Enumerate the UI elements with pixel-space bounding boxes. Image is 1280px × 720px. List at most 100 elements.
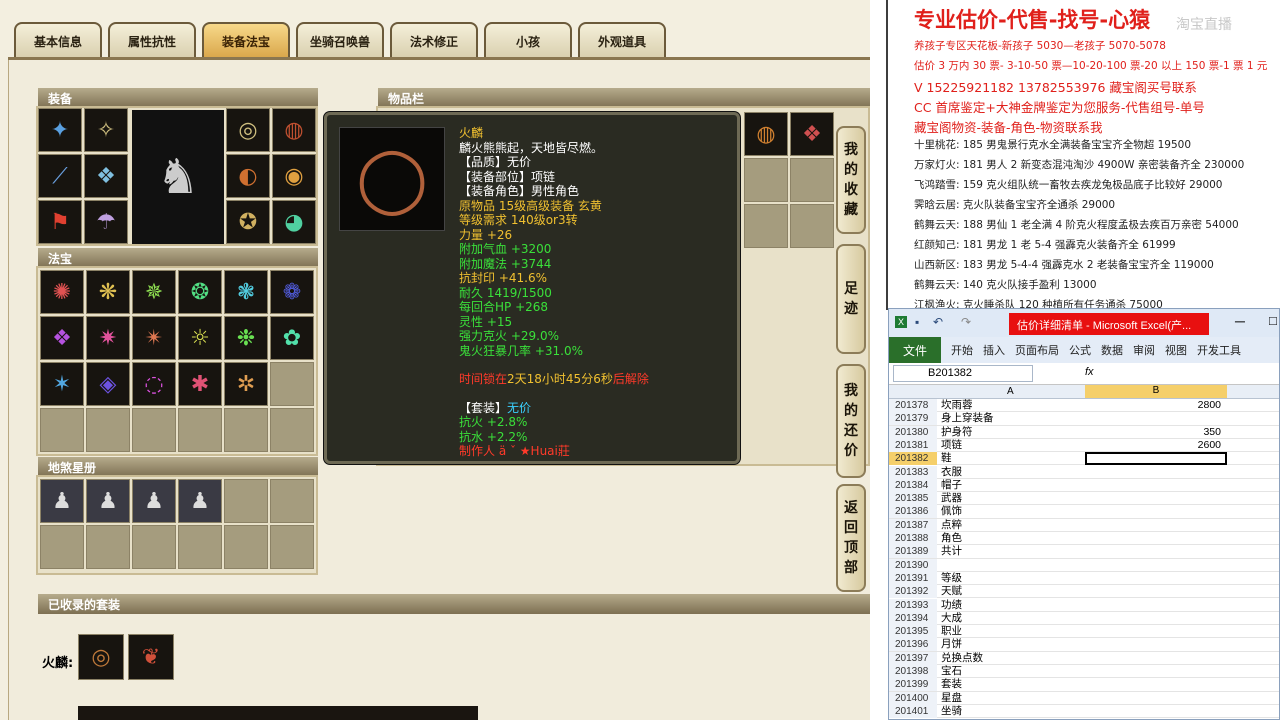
fabao-slot[interactable]: ✶ [40, 362, 84, 406]
fabao-slot[interactable]: ✱ [178, 362, 222, 406]
ribbon-tab[interactable]: 公式 [1069, 342, 1091, 358]
equip-slot[interactable]: ⚑ [38, 200, 82, 244]
col-a-header[interactable]: A [1007, 386, 1014, 397]
dishaxing-slot[interactable] [86, 525, 130, 569]
fabao-slot[interactable]: ❁ [270, 270, 314, 314]
fabao-slot[interactable]: ◈ [86, 362, 130, 406]
cell-b[interactable]: 350 [1085, 426, 1227, 439]
fabao-slot[interactable]: ✵ [132, 270, 176, 314]
row-number[interactable]: 201395 [889, 625, 937, 639]
cell-a[interactable]: 点粹 [941, 519, 1081, 532]
tab-6[interactable]: 外观道具 [578, 22, 666, 58]
dishaxing-slot[interactable] [224, 525, 268, 569]
row-number[interactable]: 201387 [889, 518, 937, 532]
ribbon-tab[interactable]: 页面布局 [1015, 342, 1059, 358]
cell-a[interactable]: 月饼 [941, 638, 1081, 651]
fabao-slot[interactable]: ✲ [224, 362, 268, 406]
fabao-slot[interactable] [178, 408, 222, 452]
cell-a[interactable]: 共计 [941, 545, 1081, 558]
cell-a[interactable]: 鞋 [941, 452, 1081, 465]
cell-a[interactable]: 大成 [941, 612, 1081, 625]
equip-slot[interactable]: ❖ [84, 154, 128, 198]
row-number[interactable]: 201378 [889, 399, 937, 412]
cell-a[interactable]: 佩饰 [941, 505, 1081, 518]
cell-a[interactable]: 身上穿装备 [941, 412, 1081, 425]
suit-item[interactable]: ❦ [128, 634, 174, 680]
tab-0[interactable]: 基本信息 [14, 22, 102, 58]
dishaxing-slot[interactable] [270, 479, 314, 523]
row-number[interactable]: 201392 [889, 585, 937, 599]
equip-slot[interactable]: ⟋ [38, 154, 82, 198]
cell-a[interactable]: 功绩 [941, 599, 1081, 612]
minimize-icon[interactable]: ─ [1235, 313, 1245, 329]
suit-item[interactable]: ◎ [78, 634, 124, 680]
cell-a[interactable]: 职业 [941, 625, 1081, 638]
row-number[interactable]: 201386 [889, 505, 937, 519]
equip-slot[interactable]: ✪ [226, 200, 270, 244]
cell-a[interactable]: 护身符 [941, 426, 1081, 439]
dishaxing-slot[interactable]: ♟ [40, 479, 84, 523]
redo-icon[interactable]: ↷ [961, 315, 971, 329]
ribbon-tab[interactable]: 文件 [889, 337, 941, 363]
dishaxing-slot[interactable] [178, 525, 222, 569]
tab-3[interactable]: 坐骑召唤兽 [296, 22, 384, 58]
dishaxing-slot[interactable]: ♟ [132, 479, 176, 523]
cell-a[interactable]: 帽子 [941, 479, 1081, 492]
row-number[interactable]: 201400 [889, 691, 937, 705]
ribbon-tab[interactable]: 视图 [1165, 342, 1187, 358]
fabao-slot[interactable] [270, 362, 314, 406]
row-number[interactable]: 201394 [889, 611, 937, 625]
inventory-slot[interactable]: ❖ [790, 112, 834, 156]
inventory-slot[interactable] [790, 158, 834, 202]
cell-a[interactable]: 等级 [941, 572, 1081, 585]
fabao-slot[interactable]: ❋ [86, 270, 130, 314]
cell-a[interactable]: 坐骑 [941, 705, 1081, 718]
dishaxing-slot[interactable] [40, 525, 84, 569]
cell-a[interactable]: 星盘 [941, 692, 1081, 705]
dishaxing-slot[interactable]: ♟ [86, 479, 130, 523]
row-number[interactable]: 201380 [889, 425, 937, 439]
cell-b[interactable] [1085, 452, 1227, 466]
fabao-slot[interactable]: ❖ [40, 316, 84, 360]
tab-2[interactable]: 装备法宝 [202, 22, 290, 58]
fabao-slot[interactable] [224, 408, 268, 452]
dishaxing-slot[interactable] [270, 525, 314, 569]
equip-slot[interactable]: ✧ [84, 108, 128, 152]
inventory-slot[interactable] [790, 204, 834, 248]
row-number[interactable]: 201384 [889, 478, 937, 492]
name-box[interactable]: B201382 [893, 365, 1033, 382]
row-number[interactable]: 201391 [889, 571, 937, 585]
fabao-slot[interactable] [40, 408, 84, 452]
inventory-slot[interactable] [744, 204, 788, 248]
row-number[interactable]: 201401 [889, 704, 937, 718]
equip-slot[interactable]: ◕ [272, 200, 316, 244]
favorites-button[interactable]: 我的收藏 [836, 126, 866, 234]
fabao-slot[interactable]: ❃ [224, 270, 268, 314]
cell-a[interactable]: 天赋 [941, 585, 1081, 598]
fabao-slot[interactable]: ✺ [40, 270, 84, 314]
cell-b[interactable]: 2600 [1085, 439, 1227, 452]
row-number[interactable]: 201397 [889, 651, 937, 665]
row-number[interactable]: 201396 [889, 638, 937, 652]
tab-4[interactable]: 法术修正 [390, 22, 478, 58]
row-number[interactable]: 201389 [889, 545, 937, 559]
footprint-button[interactable]: 足迹 [836, 244, 866, 354]
ribbon-tab[interactable]: 审阅 [1133, 342, 1155, 358]
row-number[interactable]: 201381 [889, 438, 937, 452]
cell-b[interactable]: 2800 [1085, 399, 1227, 412]
row-number[interactable]: 201379 [889, 412, 937, 426]
fabao-slot[interactable]: ✴ [132, 316, 176, 360]
fabao-slot[interactable] [86, 408, 130, 452]
cell-a[interactable]: 武器 [941, 492, 1081, 505]
equip-slot[interactable]: ◍ [272, 108, 316, 152]
row-number[interactable]: 201393 [889, 598, 937, 612]
equip-slot[interactable]: ◐ [226, 154, 270, 198]
row-number[interactable]: 201382 [889, 452, 937, 466]
cell-a[interactable]: 角色 [941, 532, 1081, 545]
cell-a[interactable]: 项链 [941, 439, 1081, 452]
cell-a[interactable]: 坎雨蓉 [941, 399, 1081, 412]
cell-a[interactable]: 套装 [941, 678, 1081, 691]
row-number[interactable]: 201398 [889, 665, 937, 678]
equip-slot[interactable]: ◎ [226, 108, 270, 152]
my-offer-button[interactable]: 我的还价 [836, 364, 866, 478]
